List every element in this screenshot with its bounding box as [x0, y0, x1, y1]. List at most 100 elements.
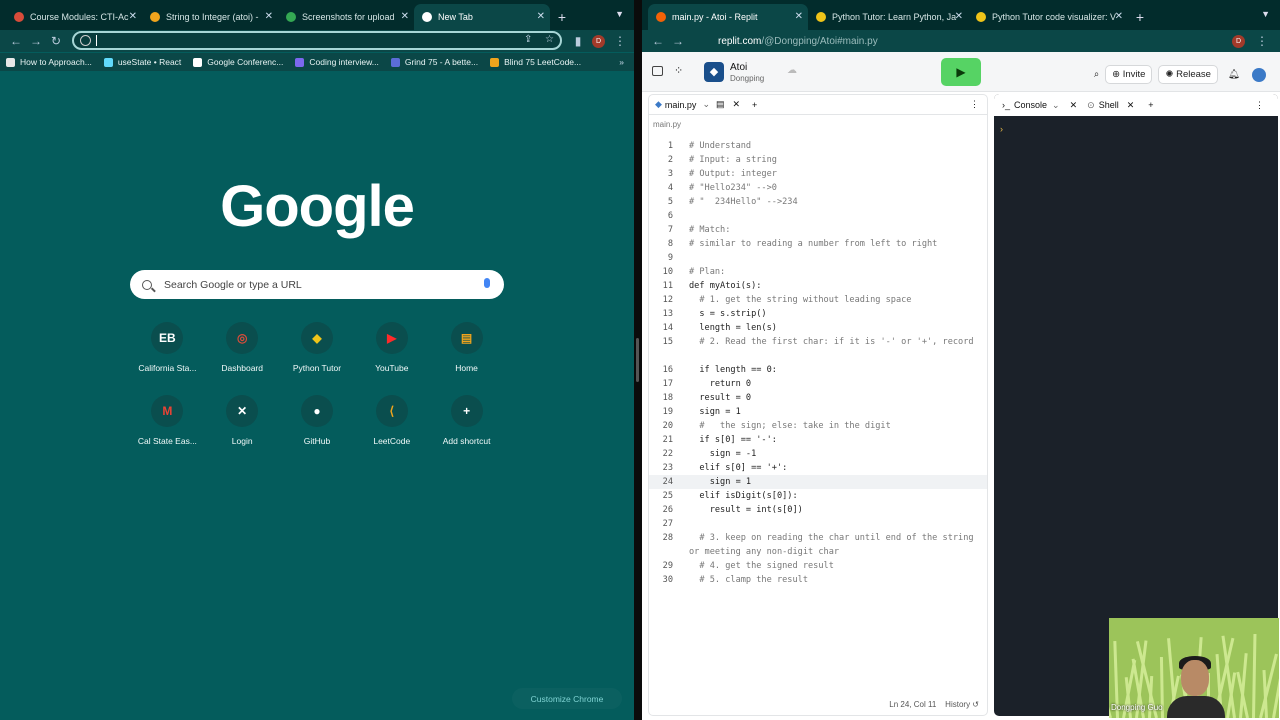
bookmark-4[interactable]: Grind 75 - A bette...	[390, 57, 478, 67]
code-line[interactable]: 22 sign = -1	[649, 447, 987, 461]
close-tab-icon[interactable]: ✕	[1115, 11, 1123, 22]
code-line[interactable]: 9	[649, 251, 987, 265]
right-tab-2[interactable]: Python Tutor code visualizer: V ✕	[968, 4, 1128, 30]
bookmark-5[interactable]: Blind 75 LeetCode...	[490, 57, 581, 67]
code-line[interactable]: 8 # similar to reading a number from left…	[649, 237, 987, 251]
console-prompt[interactable]: ›	[1000, 124, 1003, 134]
code-line[interactable]: 3 # Output: integer	[649, 167, 987, 181]
forward-icon[interactable]: →	[668, 34, 688, 48]
code-line[interactable]: 28 # 3. keep on reading the char until e…	[649, 531, 987, 559]
close-tab-icon[interactable]: ✕	[401, 11, 409, 22]
new-tab-button[interactable]: +	[550, 4, 574, 30]
code-line[interactable]: 15 # 2. Read the first char: if it is '-…	[649, 335, 987, 363]
bookmark-star-icon[interactable]: ☆	[545, 34, 554, 45]
side-panel-icon[interactable]: ▮	[568, 34, 588, 48]
shortcut-tile[interactable]: ▶ YouTube	[354, 322, 429, 373]
run-button[interactable]: ▶	[941, 58, 981, 86]
outline-icon[interactable]: ▤	[716, 99, 725, 110]
history-button[interactable]: History	[945, 700, 970, 709]
shortcut-tile[interactable]: ◆ Python Tutor	[280, 322, 355, 373]
shortcut-tile[interactable]: ● GitHub	[280, 395, 355, 446]
shortcut-tile[interactable]: ◎ Dashboard	[205, 322, 280, 373]
forward-icon[interactable]: →	[26, 34, 46, 48]
menu-icon[interactable]: ⋮	[1252, 34, 1272, 48]
shortcut-tile[interactable]: ⟨ LeetCode	[354, 395, 429, 446]
code-line[interactable]: 16 if length == 0:	[649, 363, 987, 377]
code-line[interactable]: 24 sign = 1	[649, 475, 987, 489]
shortcut-tile[interactable]: ▤ Home	[429, 322, 504, 373]
microphone-icon[interactable]	[484, 278, 490, 288]
code-line[interactable]: 4 # "Hello234" -->0	[649, 181, 987, 195]
pane-menu-icon[interactable]: ⋮	[970, 99, 979, 110]
window-divider[interactable]	[634, 0, 642, 720]
profile-avatar[interactable]: D	[592, 35, 605, 48]
code-line[interactable]: 19 sign = 1	[649, 405, 987, 419]
chevron-down-icon[interactable]: ⌄	[1052, 100, 1060, 111]
share-icon[interactable]: ⇪	[524, 34, 532, 45]
user-avatar[interactable]	[1252, 67, 1266, 82]
code-line[interactable]: 20 # the sign; else: take in the digit	[649, 419, 987, 433]
close-shell-icon[interactable]: ✕	[1127, 100, 1135, 111]
code-line[interactable]: 27	[649, 517, 987, 531]
shortcut-tile[interactable]: ✕ Login	[205, 395, 280, 446]
bookmark-2[interactable]: Google Conferenc...	[193, 57, 283, 67]
invite-button[interactable]: ⊕ Invite	[1105, 65, 1153, 84]
bookmark-0[interactable]: How to Approach...	[6, 57, 92, 67]
add-tab-icon[interactable]: +	[752, 100, 757, 110]
code-line[interactable]: 2 # Input: a string	[649, 153, 987, 167]
address-bar[interactable]: ⇪ ☆	[72, 31, 562, 50]
reload-icon[interactable]: ↻	[46, 34, 66, 48]
bookmark-3[interactable]: Coding interview...	[295, 57, 379, 67]
chevron-down-icon[interactable]: ⌄	[702, 99, 710, 110]
code-line[interactable]: 29 # 4. get the signed result	[649, 559, 987, 573]
left-tab-2[interactable]: Screenshots for upload ✕	[278, 4, 414, 30]
close-tab-icon[interactable]: ✕	[537, 11, 545, 22]
code-line[interactable]: 13 s = s.strip()	[649, 307, 987, 321]
left-tab-0[interactable]: Course Modules: CTI-Ac ✕	[6, 4, 142, 30]
left-tab-1[interactable]: String to Integer (atoi) - ✕	[142, 4, 278, 30]
bookmark-1[interactable]: useState • React	[103, 57, 181, 67]
close-tab-icon[interactable]: ✕	[733, 99, 741, 110]
code-line[interactable]: 11 def myAtoi(s):	[649, 279, 987, 293]
notifications-icon[interactable]: 🔔︎	[1228, 69, 1240, 80]
file-tab[interactable]: main.py	[665, 100, 697, 110]
code-line[interactable]: 10 # Plan:	[649, 265, 987, 279]
divider-grip[interactable]	[636, 338, 639, 382]
code-area[interactable]: 1 # Understand 2 # Input: a string 3 # Output…	[649, 139, 987, 587]
code-line[interactable]: 26 result = int(s[0])	[649, 503, 987, 517]
code-line[interactable]: 30 # 5. clamp the result	[649, 573, 987, 587]
shortcut-tile[interactable]: + Add shortcut	[429, 395, 504, 446]
right-tab-0[interactable]: main.py - Atoi - Replit ✕	[648, 4, 808, 30]
close-tab-icon[interactable]: ✕	[795, 11, 803, 22]
new-tab-button[interactable]: +	[1128, 4, 1152, 30]
shortcut-tile[interactable]: EB California Sta...	[130, 322, 205, 373]
code-line[interactable]: 12 # 1. get the string without leading s…	[649, 293, 987, 307]
right-tab-1[interactable]: Python Tutor: Learn Python, Ja ✕	[808, 4, 968, 30]
replit-logo-icon[interactable]: ⁘	[674, 64, 683, 77]
search-icon[interactable]: ⌕	[1094, 69, 1099, 80]
close-tab-icon[interactable]: ✕	[955, 11, 963, 22]
repl-name[interactable]: Atoi	[730, 62, 747, 73]
code-line[interactable]: 6	[649, 209, 987, 223]
shell-tab[interactable]: Shell	[1099, 100, 1119, 110]
close-tab-icon[interactable]: ✕	[129, 11, 137, 22]
more-bookmarks-icon[interactable]: »	[619, 57, 624, 67]
close-console-icon[interactable]: ✕	[1070, 100, 1078, 111]
tab-search-icon[interactable]: ▼	[615, 9, 624, 19]
search-box[interactable]: Search Google or type a URL	[130, 270, 504, 299]
shortcut-tile[interactable]: M Cal State Eas...	[130, 395, 205, 446]
address-bar[interactable]: replit.com/@Dongping/Atoi#main.py	[718, 36, 878, 47]
code-line[interactable]: 7 # Match:	[649, 223, 987, 237]
left-tab-3[interactable]: New Tab ✕	[414, 4, 550, 30]
pane-menu-icon[interactable]: ⋮	[1255, 100, 1264, 111]
console-tab[interactable]: Console	[1014, 100, 1047, 110]
back-icon[interactable]: ←	[648, 34, 668, 48]
code-line[interactable]: 1 # Understand	[649, 139, 987, 153]
code-line[interactable]: 17 return 0	[649, 377, 987, 391]
add-tab-icon[interactable]: +	[1148, 100, 1153, 110]
customize-chrome-button[interactable]: Customize Chrome	[512, 688, 622, 709]
code-line[interactable]: 21 if s[0] == '-':	[649, 433, 987, 447]
tab-search-icon[interactable]: ▼	[1261, 9, 1270, 19]
profile-avatar[interactable]: D	[1232, 35, 1245, 48]
code-line[interactable]: 25 elif isDigit(s[0]):	[649, 489, 987, 503]
